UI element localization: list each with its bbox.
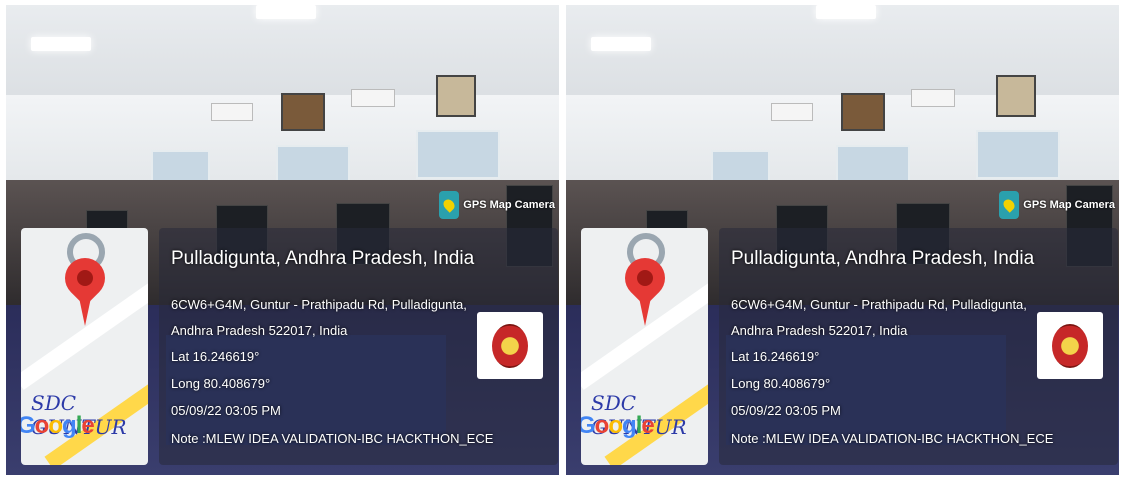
address-line-1: 6CW6+G4M, Guntur - Prathipadu Rd, Pullad… (731, 297, 1027, 312)
air-conditioner (351, 89, 395, 107)
gps-map-camera-icon (439, 191, 460, 219)
app-badge-label: GPS Map Camera (1023, 199, 1115, 211)
app-badge: GPS Map Camera (439, 191, 555, 219)
longitude: Long 80.408679° (171, 376, 271, 391)
place-title: Pulladigunta, Andhra Pradesh, India (731, 248, 1035, 269)
photo-panel-left: GPS Map Camera SDC GUNTUR Google Pulladi… (6, 5, 559, 475)
address-line-1: 6CW6+G4M, Guntur - Prathipadu Rd, Pullad… (171, 297, 467, 312)
latitude: Lat 16.246619° (731, 349, 820, 364)
college-seal-icon (492, 323, 528, 368)
app-badge-label: GPS Map Camera (463, 199, 555, 211)
air-conditioner (771, 103, 813, 121)
map-thumbnail: SDC GUNTUR Google (581, 228, 708, 465)
college-logo (1037, 312, 1103, 379)
address-line-2: Andhra Pradesh 522017, India (171, 323, 348, 338)
place-title: Pulladigunta, Andhra Pradesh, India (171, 248, 475, 269)
note: Note :MLEW IDEA VALIDATION-IBC HACKTHON_… (731, 431, 1054, 446)
google-logo: Google (21, 412, 95, 439)
latitude: Lat 16.246619° (171, 349, 260, 364)
longitude: Long 80.408679° (731, 376, 831, 391)
ceiling-light (591, 37, 651, 51)
location-pin-tail (637, 288, 653, 326)
wall-poster (996, 75, 1036, 117)
app-badge: GPS Map Camera (999, 191, 1115, 219)
datetime: 05/09/22 03:05 PM (171, 403, 281, 418)
window (416, 130, 500, 179)
ceiling-light (256, 5, 316, 19)
address-line-2: Andhra Pradesh 522017, India (731, 323, 908, 338)
college-logo (477, 312, 543, 379)
wall-poster (841, 93, 885, 131)
note: Note :MLEW IDEA VALIDATION-IBC HACKTHON_… (171, 431, 494, 446)
datetime: 05/09/22 03:05 PM (731, 403, 841, 418)
college-seal-icon (1052, 323, 1088, 368)
google-logo: Google (581, 412, 655, 439)
window (976, 130, 1060, 179)
photo-panel-right: GPS Map Camera SDC GUNTUR Google Pulladi… (566, 5, 1119, 475)
wall-poster (281, 93, 325, 131)
gps-map-camera-icon (999, 191, 1020, 219)
map-thumbnail: SDC GUNTUR Google (21, 228, 148, 465)
ceiling-light (31, 37, 91, 51)
wall-poster (436, 75, 476, 117)
ceiling-light (816, 5, 876, 19)
air-conditioner (911, 89, 955, 107)
air-conditioner (211, 103, 253, 121)
location-pin-tail (77, 288, 93, 326)
